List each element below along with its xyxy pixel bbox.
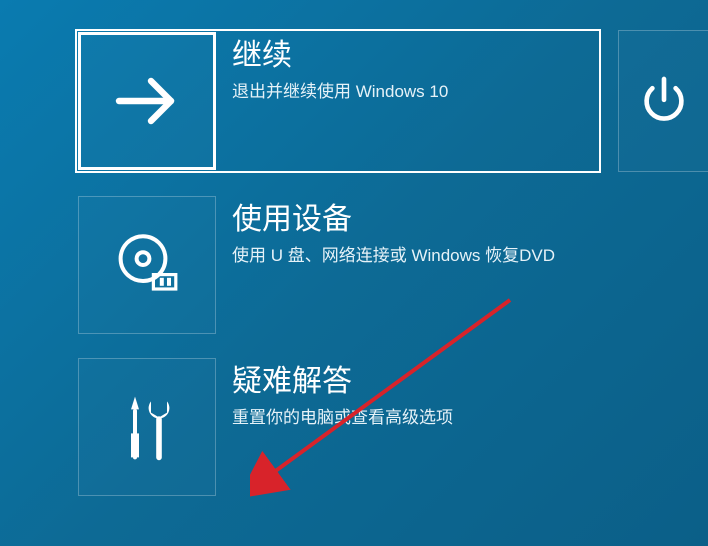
continue-text: 继续 退出并继续使用 Windows 10: [216, 32, 598, 105]
troubleshoot-text: 疑难解答 重置你的电脑或查看高级选项: [216, 358, 598, 431]
troubleshoot-tile[interactable]: 疑难解答 重置你的电脑或查看高级选项: [78, 358, 598, 496]
use-device-tile[interactable]: 使用设备 使用 U 盘、网络连接或 Windows 恢复DVD: [78, 196, 598, 334]
troubleshoot-desc: 重置你的电脑或查看高级选项: [232, 406, 598, 431]
troubleshoot-title: 疑难解答: [232, 364, 598, 400]
troubleshoot-icon-box: [78, 358, 216, 496]
continue-desc: 退出并继续使用 Windows 10: [232, 80, 588, 105]
use-device-icon-box: [78, 196, 216, 334]
continue-tile[interactable]: 继续 退出并继续使用 Windows 10: [76, 30, 600, 172]
continue-icon-box: [78, 32, 216, 170]
tools-icon: [107, 387, 187, 467]
use-device-text: 使用设备 使用 U 盘、网络连接或 Windows 恢复DVD: [216, 196, 598, 269]
arrow-right-icon: [107, 61, 187, 141]
power-icon: [635, 72, 693, 130]
use-device-title: 使用设备: [232, 202, 598, 238]
use-device-desc: 使用 U 盘、网络连接或 Windows 恢复DVD: [232, 244, 598, 269]
continue-title: 继续: [232, 38, 588, 74]
power-tile[interactable]: [618, 30, 708, 172]
disc-usb-icon: [107, 225, 187, 305]
